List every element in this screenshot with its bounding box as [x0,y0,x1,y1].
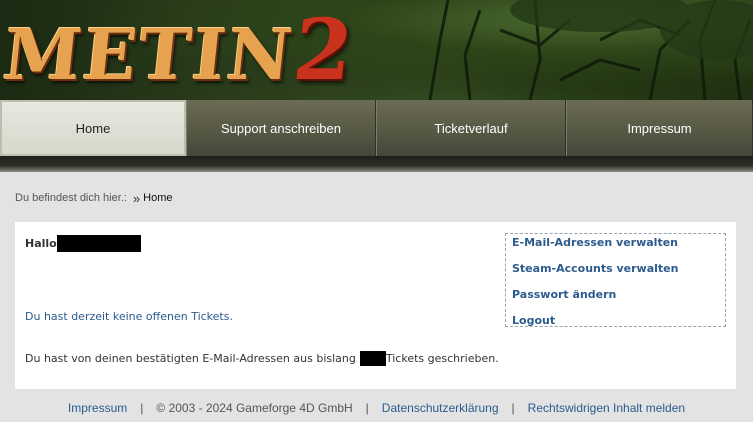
content-box: Hallo Du hast derzeit keine offenen Tick… [15,222,736,389]
redacted-username [56,234,141,252]
breadcrumb-prefix: Du befindest dich hier.: [15,192,127,204]
manage-steam-link[interactable]: Steam-Accounts verwalten [512,262,678,275]
nav-support[interactable]: Support anschreiben [186,100,376,156]
ticket-summary: Du hast von deinen bestätigten E-Mail-Ad… [25,350,499,366]
greeting: Hallo [25,234,141,252]
breadcrumb-separator: » [132,190,141,206]
nav-home[interactable]: Home [0,100,186,156]
nav-ticket-history[interactable]: Ticketverlauf [376,100,566,156]
redacted-count [359,350,386,366]
footer-report-link[interactable]: Rechtswidrigen Inhalt melden [528,401,685,415]
manage-email-link[interactable]: E-Mail-Adressen verwalten [512,236,678,249]
logo-text: METIN [0,13,298,96]
header-banner: METIN2 [0,0,753,100]
footer-separator: | [365,401,369,415]
nav-impressum[interactable]: Impressum [566,100,753,156]
summary-text-before: Du hast von deinen bestätigten E-Mail-Ad… [25,351,356,365]
no-tickets-link[interactable]: Du hast derzeit keine offenen Tickets. [25,310,233,323]
greeting-text: Hallo [25,236,57,250]
metin2-logo[interactable]: METIN2 [0,0,360,99]
account-sidebar: E-Mail-Adressen verwalten Steam-Accounts… [505,233,726,327]
footer-impressum-link[interactable]: Impressum [68,401,127,415]
footer: Impressum | © 2003 - 2024 Gameforge 4D G… [0,399,753,417]
logo-number: 2 [288,0,360,99]
footer-privacy-link[interactable]: Datenschutzerklärung [382,401,499,415]
change-password-link[interactable]: Passwort ändern [512,288,616,301]
main-nav: Home Support anschreiben Ticketverlauf I… [0,100,753,156]
logout-link[interactable]: Logout [512,314,555,327]
footer-separator: | [511,401,515,415]
breadcrumb-current[interactable]: Home [143,192,172,204]
footer-separator: | [140,401,144,415]
nav-shadow [0,156,753,172]
footer-copyright: © 2003 - 2024 Gameforge 4D GmbH [156,401,353,415]
summary-text-after: Tickets geschrieben. [385,351,499,365]
breadcrumb: Du befindest dich hier.: » Home [15,190,172,206]
